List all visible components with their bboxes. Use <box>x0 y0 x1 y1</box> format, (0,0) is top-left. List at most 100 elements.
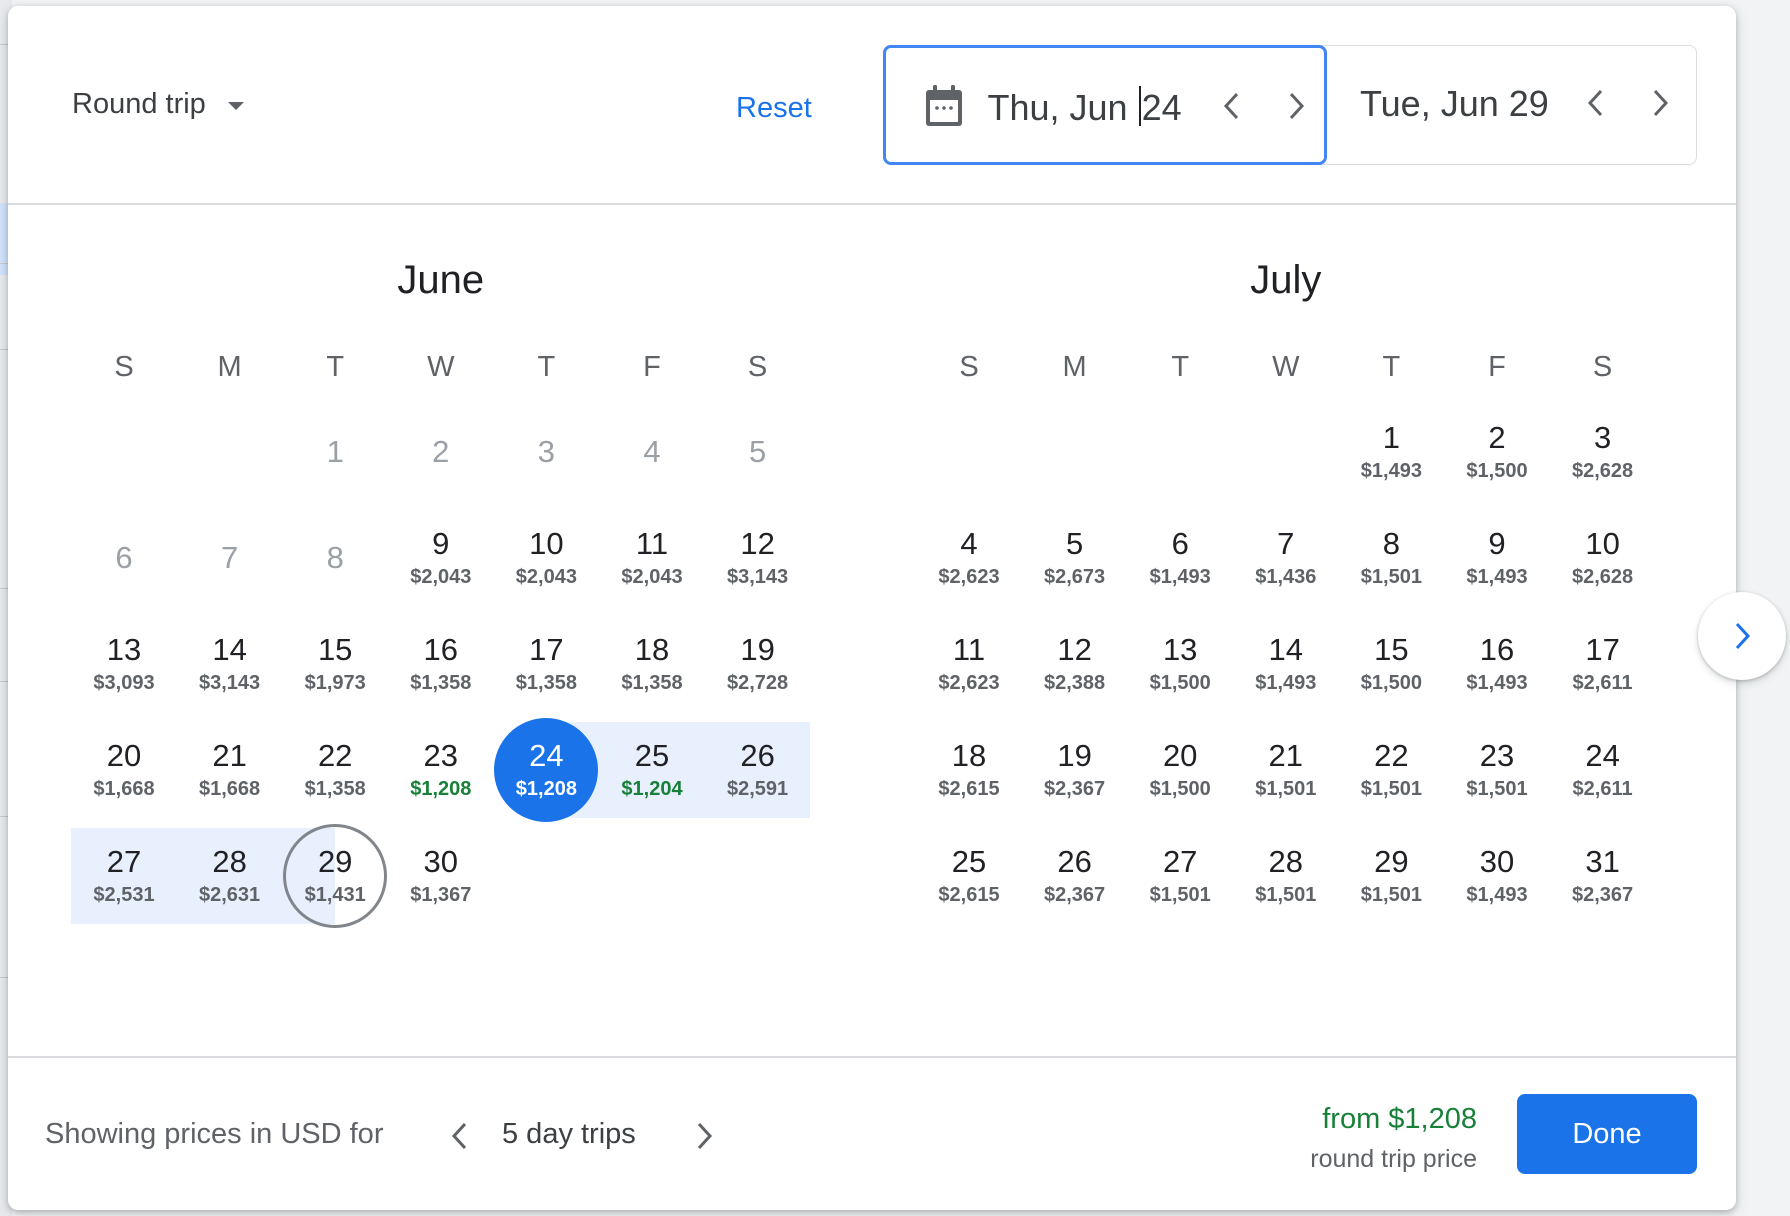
day-cell[interactable]: 23 $1,501 <box>1445 718 1549 822</box>
day-cell[interactable]: 30 $1,367 <box>389 824 493 928</box>
day-number: 20 <box>106 738 142 773</box>
day-cell[interactable]: 26 $2,367 <box>1023 824 1127 928</box>
day-cell[interactable]: 15 $1,973 <box>283 612 387 716</box>
day-cell[interactable]: 17 $2,611 <box>1551 612 1655 716</box>
day-cell[interactable]: 6 $1,493 <box>1128 506 1232 610</box>
day-price: $2,367 <box>1044 884 1106 906</box>
day-cell[interactable]: 16 $1,358 <box>389 612 493 716</box>
day-cell[interactable]: 12 $2,388 <box>1023 612 1127 716</box>
day-price: $3,143 <box>199 672 261 694</box>
day-cell[interactable]: 31 $2,367 <box>1551 824 1655 928</box>
trip-type-dropdown[interactable]: Round trip <box>72 88 244 121</box>
day-cell[interactable]: 27 $1,501 <box>1128 824 1232 928</box>
day-cell[interactable]: 28 $2,631 <box>178 824 282 928</box>
day-cell[interactable]: 2 $1,500 <box>1445 400 1549 504</box>
day-cell[interactable]: 14 $3,143 <box>178 612 282 716</box>
price-caption: round trip price <box>1310 1145 1477 1173</box>
next-month-button[interactable] <box>1698 592 1786 680</box>
return-next-day-button[interactable] <box>1640 81 1680 125</box>
day-cell[interactable]: 19 $2,728 <box>706 612 810 716</box>
departure-date-value[interactable]: Thu, Jun 24 <box>988 85 1182 129</box>
day-number: 11 <box>952 632 986 667</box>
day-cell[interactable]: 19 $2,367 <box>1023 718 1127 822</box>
day-cell[interactable]: 20 $1,668 <box>72 718 176 822</box>
day-price: $1,500 <box>1466 460 1528 482</box>
day-cell: 2 <box>389 400 493 504</box>
day-cell[interactable]: 11 $2,043 <box>600 506 704 610</box>
day-cell[interactable]: 24 $2,611 <box>1551 718 1655 822</box>
day-cell: 5 <box>706 400 810 504</box>
return-date-value[interactable]: Tue, Jun 29 <box>1360 83 1549 125</box>
departure-prev-day-button[interactable] <box>1212 84 1252 128</box>
day-price: $1,501 <box>1360 778 1422 800</box>
day-cell[interactable]: 10 $2,628 <box>1551 506 1655 610</box>
day-cell[interactable]: 9 $1,493 <box>1445 506 1549 610</box>
day-price: $2,367 <box>1044 778 1106 800</box>
day-number: 14 <box>212 632 247 667</box>
day-cell: 6 <box>72 506 176 610</box>
day-cell[interactable]: 4 $2,623 <box>917 506 1021 610</box>
dropdown-caret-icon <box>227 101 244 110</box>
return-prev-day-button[interactable] <box>1576 81 1616 125</box>
day-cell[interactable]: 25 $2,615 <box>917 824 1021 928</box>
chevron-left-icon <box>1587 89 1603 116</box>
day-cell[interactable]: 29 $1,501 <box>1339 824 1443 928</box>
weekday-header: S <box>747 351 768 383</box>
day-cell[interactable]: 14 $1,493 <box>1234 612 1338 716</box>
day-cell[interactable]: 3 $2,628 <box>1551 400 1655 504</box>
day-price: $2,728 <box>727 672 789 694</box>
day-price: $1,668 <box>199 778 261 800</box>
day-number: 16 <box>423 632 459 667</box>
reset-button[interactable]: Reset <box>736 92 812 125</box>
day-cell[interactable]: 28 $1,501 <box>1234 824 1338 928</box>
day-cell[interactable]: 21 $1,501 <box>1234 718 1338 822</box>
trip-length-increase-button[interactable] <box>684 1114 724 1158</box>
day-cell[interactable]: 13 $1,500 <box>1128 612 1232 716</box>
day-cell[interactable]: 16 $1,493 <box>1445 612 1549 716</box>
day-cell[interactable]: 8 $1,501 <box>1339 506 1443 610</box>
departure-date-field[interactable]: Thu, Jun 24 <box>882 44 1327 165</box>
day-number: 3 <box>1593 420 1612 455</box>
return-day-cell[interactable]: 29 $1,431 <box>283 824 388 928</box>
weekday-header: T <box>326 351 345 383</box>
day-price: $1,501 <box>1466 778 1528 800</box>
day-price: $2,615 <box>938 884 1000 906</box>
day-cell[interactable]: 7 $1,436 <box>1234 506 1338 610</box>
day-cell[interactable]: 27 $2,531 <box>72 824 176 928</box>
day-cell[interactable]: 25 $1,204 <box>600 718 704 822</box>
day-cell[interactable]: 1 $1,493 <box>1339 400 1443 504</box>
day-number: 31 <box>1585 844 1620 879</box>
day-cell[interactable]: 5 $2,673 <box>1023 506 1127 610</box>
day-cell[interactable]: 17 $1,358 <box>494 612 598 716</box>
departure-next-day-button[interactable] <box>1276 84 1316 128</box>
day-cell[interactable]: 23 $1,208 <box>389 718 493 822</box>
day-cell[interactable]: 10 $2,043 <box>494 506 598 610</box>
return-date-field[interactable]: Tue, Jun 29 <box>1326 45 1698 165</box>
weekday-header: M <box>1062 351 1087 383</box>
day-price: $2,611 <box>1572 778 1633 800</box>
day-cell[interactable]: 12 $3,143 <box>706 506 810 610</box>
day-cell[interactable]: 18 $2,615 <box>917 718 1021 822</box>
day-cell[interactable]: 11 $2,623 <box>917 612 1021 716</box>
day-cell[interactable]: 18 $1,358 <box>600 612 704 716</box>
day-price: $1,493 <box>1466 884 1528 906</box>
day-cell[interactable]: 9 $2,043 <box>389 506 493 610</box>
trip-length-decrease-button[interactable] <box>440 1114 480 1158</box>
day-number: 29 <box>1374 844 1409 879</box>
day-cell[interactable]: 30 $1,493 <box>1445 824 1549 928</box>
day-cell[interactable]: 22 $1,501 <box>1339 718 1443 822</box>
day-number: 2 <box>1488 420 1506 455</box>
done-button[interactable]: Done <box>1517 1094 1697 1174</box>
day-number: 22 <box>1374 738 1409 773</box>
day-cell[interactable]: 20 $1,500 <box>1128 718 1232 822</box>
departure-day-cell[interactable]: 24 $1,208 <box>494 718 599 822</box>
day-cell[interactable]: 26 $2,591 <box>706 718 810 822</box>
day-number: 25 <box>951 844 987 879</box>
day-cell[interactable]: 13 $3,093 <box>72 612 176 716</box>
day-number: 30 <box>423 844 459 879</box>
day-cell[interactable]: 21 $1,668 <box>178 718 282 822</box>
day-number: 3 <box>537 434 556 469</box>
day-cell[interactable]: 22 $1,358 <box>283 718 387 822</box>
day-cell[interactable]: 15 $1,500 <box>1339 612 1443 716</box>
day-number: 9 <box>1488 526 1506 561</box>
